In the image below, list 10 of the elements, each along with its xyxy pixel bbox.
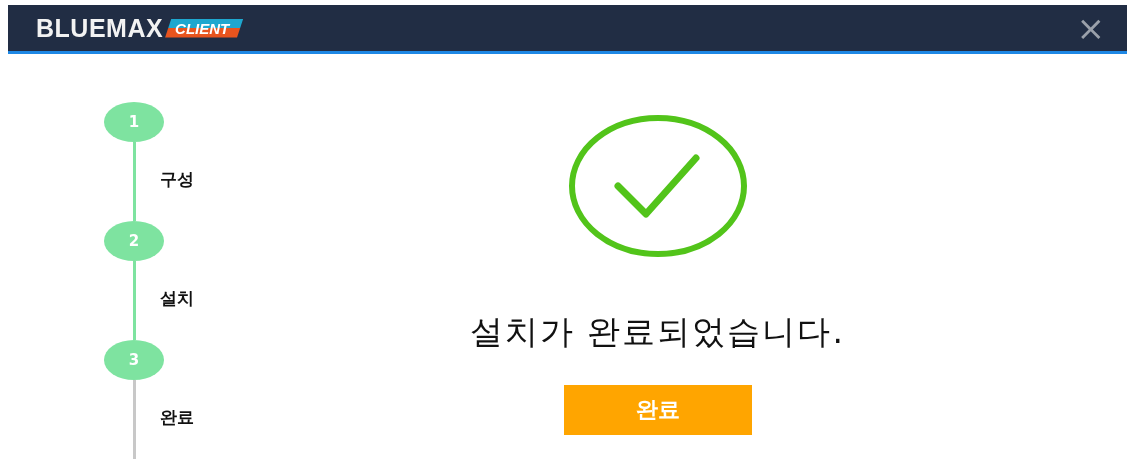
step-number: 1	[104, 102, 164, 142]
logo-text: BLUEMAX	[36, 13, 164, 43]
step-label: 구성	[159, 168, 194, 190]
completion-message: 설치가 완료되었습니다.	[470, 311, 845, 353]
step-label: 완료	[159, 406, 194, 428]
step-number: 3	[104, 340, 164, 380]
step-label: 설치	[159, 287, 194, 309]
step-number: 2	[104, 221, 164, 261]
close-button[interactable]: ×	[1076, 11, 1105, 45]
check-circle-icon	[567, 114, 748, 258]
